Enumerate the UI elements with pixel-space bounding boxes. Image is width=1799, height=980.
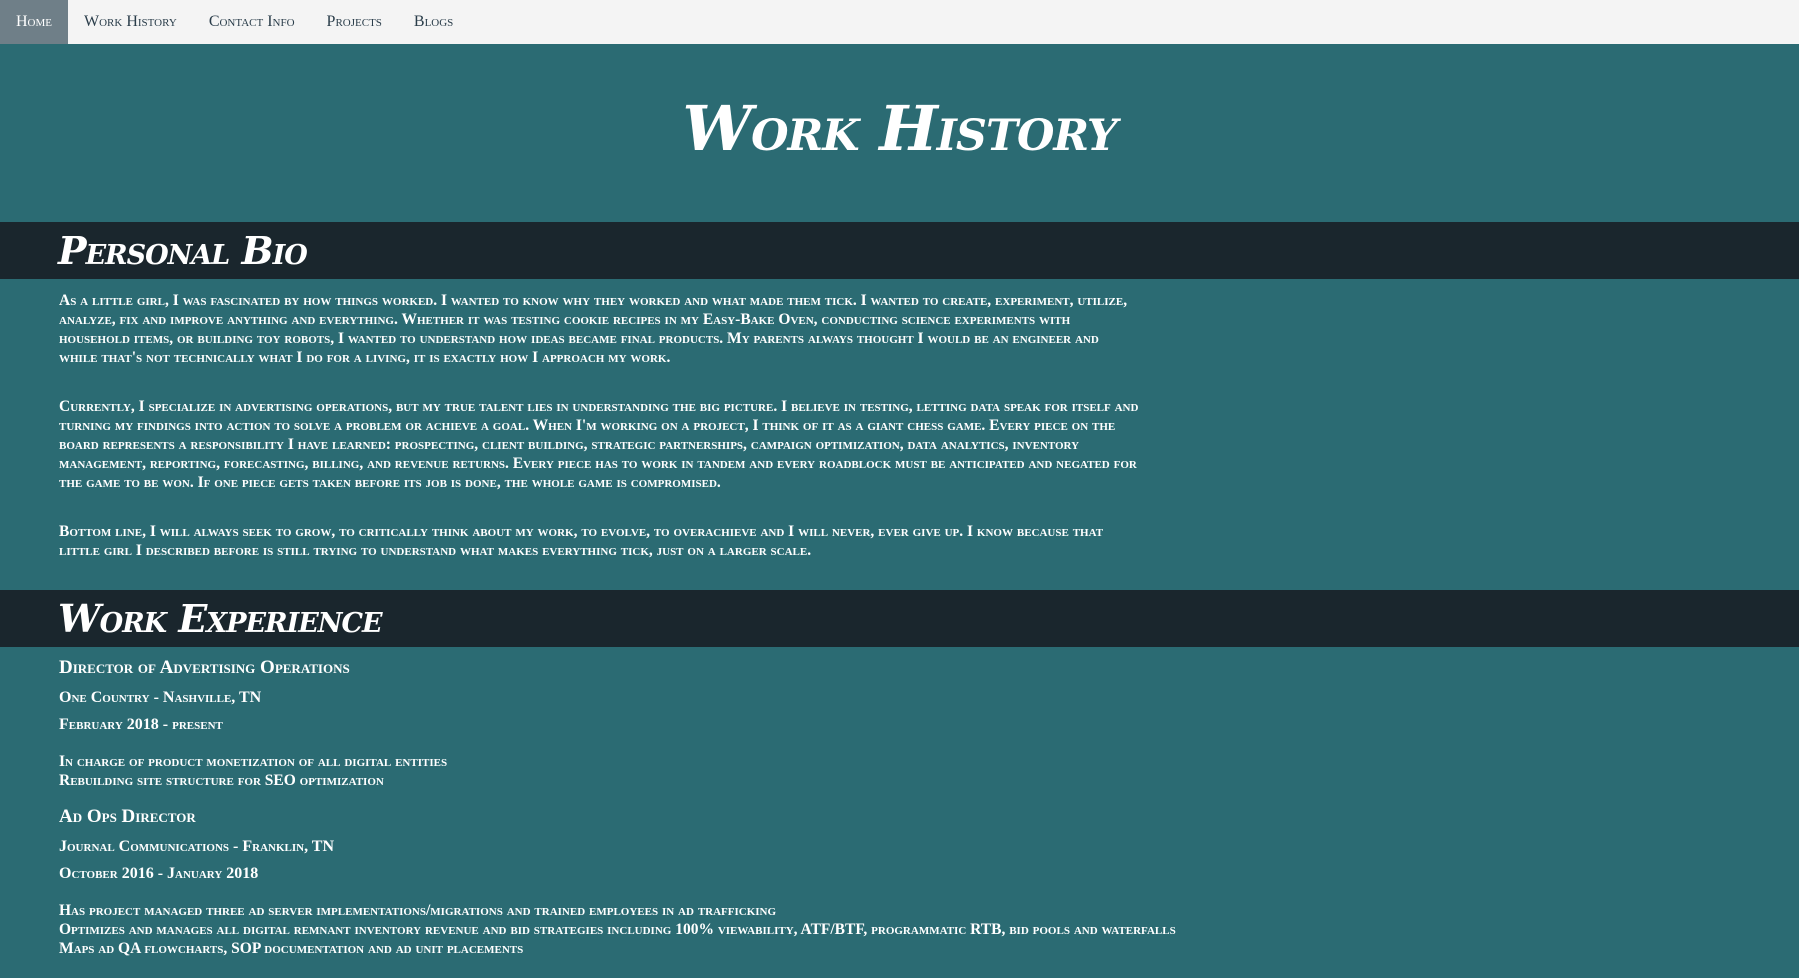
job-duty: Optimizes and manages all digital remnan… (59, 921, 1176, 938)
job-duty: In charge of product monetization of all… (59, 753, 448, 770)
section-header-band: Personal Bio (0, 222, 1799, 279)
job-company: One Country - Nashville, TN (59, 689, 262, 706)
job-entry: Ad Ops Director Journal Communications -… (59, 806, 1799, 958)
job-dates: February 2018 - present (59, 716, 223, 733)
job-dates: October 2016 - January 2018 (59, 865, 259, 882)
job-title: Director of Advertising Operations (59, 657, 350, 678)
page-title: Work History (682, 92, 1117, 165)
hero-section: Work History (0, 44, 1799, 222)
job-company: Journal Communications - Franklin, TN (59, 838, 335, 855)
job-duty: Maps ad QA flowcharts, SOP documentation… (59, 940, 524, 957)
job-title: Ad Ops Director (59, 806, 196, 827)
job-duty: Rebuilding site structure for SEO optimi… (59, 772, 384, 789)
bio-body: As a little girl, I was fascinated by ho… (0, 279, 1141, 590)
section-header-band: Work Experience (0, 590, 1799, 647)
experience-list: Director of Advertising Operations One C… (0, 647, 1799, 958)
section-heading-work-experience: Work Experience (58, 596, 383, 641)
bio-paragraph: Bottom line, I will always seek to grow,… (59, 523, 1104, 559)
nav-item-home[interactable]: Home (0, 0, 68, 44)
section-heading-personal-bio: Personal Bio (58, 228, 308, 273)
top-navbar: Home Work History Contact Info Projects … (0, 0, 1799, 45)
nav-item-projects[interactable]: Projects (311, 0, 398, 44)
personal-bio-section: Personal Bio As a little girl, I was fas… (0, 222, 1799, 590)
job-entry: Director of Advertising Operations One C… (59, 657, 1799, 790)
bio-paragraph: As a little girl, I was fascinated by ho… (59, 292, 1128, 366)
work-experience-section: Work Experience Director of Advertising … (0, 590, 1799, 958)
job-duty: Has project managed three ad server impl… (59, 902, 777, 919)
nav-item-work-history[interactable]: Work History (68, 0, 193, 44)
nav-item-blogs[interactable]: Blogs (398, 0, 469, 44)
nav-item-contact-info[interactable]: Contact Info (193, 0, 311, 44)
page-content: Work History Personal Bio As a little gi… (0, 44, 1799, 978)
bio-paragraph: Currently, I specialize in advertising o… (59, 398, 1139, 491)
